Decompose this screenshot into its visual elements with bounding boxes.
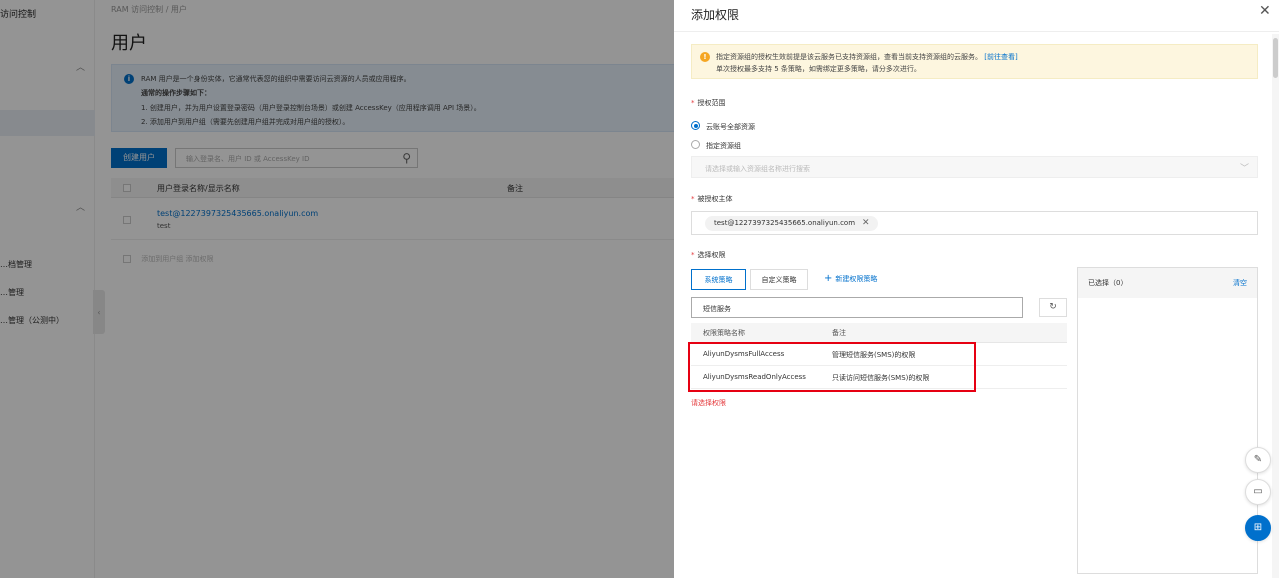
drawer-title: 添加权限 bbox=[691, 8, 740, 22]
chat-icon[interactable]: ▭ bbox=[1245, 479, 1271, 505]
chevron-down-icon: ﹀ bbox=[1239, 164, 1249, 174]
principal-tag-text: test@1227397325435665.onaliyun.com bbox=[714, 219, 856, 227]
scope-option-rg-label[interactable]: 指定资源组 bbox=[706, 141, 741, 151]
highlight-box bbox=[688, 342, 976, 392]
selected-policies-panel: 已选择（0） 清空 bbox=[1077, 267, 1258, 574]
close-icon[interactable]: ✕ bbox=[1259, 3, 1271, 19]
clear-selection-button[interactable]: 清空 bbox=[1233, 278, 1247, 288]
scrollbar-thumb[interactable] bbox=[1273, 38, 1278, 78]
warning-notice: ! 指定资源组的授权生效前提是该云服务已支持资源组，查看当前支持资源组的云服务。… bbox=[691, 44, 1258, 79]
scope-radio-resource-group[interactable] bbox=[691, 140, 700, 149]
policy-table-header: 权限策略名称 备注 bbox=[691, 323, 1067, 343]
resource-group-placeholder: 请选择或输入资源组名称进行搜索 bbox=[705, 165, 810, 173]
column-header-policy-name: 权限策略名称 bbox=[703, 329, 745, 337]
selected-panel-header: 已选择（0） 清空 bbox=[1078, 268, 1257, 298]
column-header-note: 备注 bbox=[832, 329, 846, 337]
warning-line-1: 指定资源组的授权生效前提是该云服务已支持资源组，查看当前支持资源组的云服务。 bbox=[716, 53, 982, 61]
refresh-icon[interactable]: ↻ bbox=[1039, 298, 1067, 317]
modal-overlay[interactable] bbox=[0, 0, 674, 578]
scope-radio-all[interactable] bbox=[691, 121, 700, 130]
warning-line-2: 单次授权最多支持 5 条策略，如需绑定更多策略，请分多次进行。 bbox=[716, 65, 921, 73]
remove-tag-icon[interactable]: ✕ bbox=[862, 218, 870, 228]
warning-text: 指定资源组的授权生效前提是该云服务已支持资源组，查看当前支持资源组的云服务。 [… bbox=[716, 52, 1018, 62]
add-permission-drawer: 添加权限 ✕ ! 指定资源组的授权生效前提是该云服务已支持资源组，查看当前支持资… bbox=[674, 0, 1279, 578]
validation-error: 请选择权限 bbox=[691, 399, 726, 407]
permission-label: * 选择权限 bbox=[691, 251, 726, 259]
tab-custom-policy[interactable]: 自定义策略 bbox=[750, 269, 808, 290]
apps-icon[interactable]: ⊞ bbox=[1245, 515, 1271, 541]
plus-icon: + bbox=[824, 273, 833, 284]
principal-input[interactable]: test@1227397325435665.onaliyun.com ✕ bbox=[691, 211, 1258, 235]
drawer-scrollbar[interactable] bbox=[1272, 34, 1279, 578]
principal-tag: test@1227397325435665.onaliyun.com ✕ bbox=[705, 216, 878, 231]
new-policy-link[interactable]: + 新建权限策略 bbox=[824, 273, 877, 284]
selected-count: 已选择（0） bbox=[1088, 279, 1128, 287]
scope-option-all-label[interactable]: 云账号全部资源 bbox=[706, 122, 755, 132]
policy-search-value: 短信服务 bbox=[703, 305, 731, 313]
scope-label: * 授权范围 bbox=[691, 99, 726, 107]
principal-label: * 被授权主体 bbox=[691, 195, 733, 203]
resource-group-select[interactable]: 请选择或输入资源组名称进行搜索 ﹀ bbox=[691, 156, 1258, 178]
divider bbox=[674, 31, 1279, 32]
view-supported-services-link[interactable]: [前往查看] bbox=[984, 53, 1017, 61]
feedback-icon[interactable]: ✎ bbox=[1245, 447, 1271, 473]
policy-search-input[interactable]: 短信服务 bbox=[691, 297, 1023, 318]
warning-icon: ! bbox=[700, 52, 710, 62]
tab-system-policy[interactable]: 系统策略 bbox=[691, 269, 746, 290]
